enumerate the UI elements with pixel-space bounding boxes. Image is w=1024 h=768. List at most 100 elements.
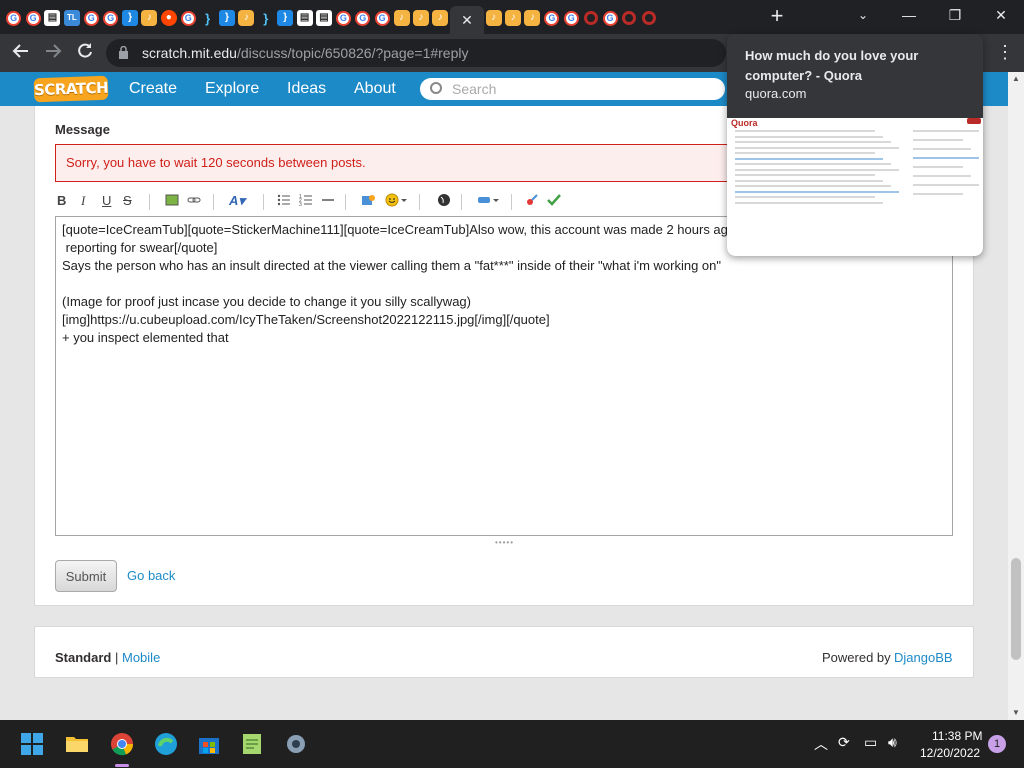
code-blocks-button[interactable] xyxy=(477,193,501,210)
search-input[interactable] xyxy=(452,80,712,98)
chrome-button[interactable] xyxy=(110,732,134,756)
preview-text-line xyxy=(735,135,883,138)
scroll-up-icon[interactable]: ▲ xyxy=(1012,74,1020,83)
nav-ideas[interactable]: Ideas xyxy=(287,80,326,98)
browser-tab[interactable]: G xyxy=(82,6,101,30)
close-window-button[interactable]: ✕ xyxy=(978,0,1024,30)
link-button[interactable] xyxy=(187,193,201,210)
mobile-view-link[interactable]: Mobile xyxy=(122,650,160,665)
browser-tab[interactable]: ▤ xyxy=(314,6,333,30)
notification-badge[interactable]: 1 xyxy=(988,735,1006,753)
resize-grip-icon[interactable]: ••••• xyxy=(495,538,514,547)
go-back-link[interactable]: Go back xyxy=(127,568,175,583)
browser-tab[interactable]: } xyxy=(120,6,139,30)
browser-tab[interactable]: G xyxy=(353,6,372,30)
url-text: scratch.mit.edu/discuss/topic/650826/?pa… xyxy=(142,45,469,61)
page-icon: ▤ xyxy=(296,10,313,26)
message-textarea[interactable]: [quote=IceCreamTub][quote=StickerMachine… xyxy=(55,216,953,536)
bold-button[interactable]: B xyxy=(57,193,66,208)
volume-icon[interactable]: 🔊︎ xyxy=(888,734,897,751)
browser-tab[interactable]: G xyxy=(4,6,23,30)
chevron-up-icon[interactable]: ︿ xyxy=(814,734,828,754)
browser-tab[interactable]: G xyxy=(23,6,42,30)
numbered-list-button[interactable]: 123 xyxy=(299,193,313,210)
close-tab-icon[interactable]: ✕ xyxy=(461,12,473,29)
browser-tab[interactable]: } xyxy=(275,6,294,30)
address-bar[interactable]: scratch.mit.edu/discuss/topic/650826/?pa… xyxy=(106,39,726,67)
browser-tab[interactable]: TL xyxy=(62,6,81,30)
page-scrollbar[interactable]: ▲ ▼ xyxy=(1008,72,1024,720)
preview-text-line xyxy=(735,179,883,182)
file-explorer-button[interactable] xyxy=(65,732,89,756)
scroll-thumb[interactable] xyxy=(1011,558,1021,660)
clean-button[interactable] xyxy=(525,193,539,210)
footer-separator: | xyxy=(115,650,119,665)
scroll-down-icon[interactable]: ▼ xyxy=(1012,708,1020,717)
image-button[interactable] xyxy=(165,193,179,210)
browser-tab[interactable]: G xyxy=(372,6,391,30)
submit-button[interactable]: Submit xyxy=(55,560,117,592)
browser-tab[interactable]: G xyxy=(101,6,120,30)
italic-button[interactable]: I xyxy=(81,193,85,209)
preview-text-line xyxy=(735,196,875,198)
nav-create[interactable]: Create xyxy=(129,80,177,98)
sync-icon[interactable]: ⟳ xyxy=(838,734,850,751)
scratch-logo[interactable]: SCRATCH xyxy=(33,75,108,103)
browser-tab[interactable]: G xyxy=(562,6,581,30)
nav-about[interactable]: About xyxy=(354,80,396,98)
maximize-button[interactable]: ❐ xyxy=(932,0,978,30)
browser-tab[interactable] xyxy=(639,6,658,30)
clock-time[interactable]: 11:38 PM xyxy=(932,729,982,743)
bullet-list-icon xyxy=(277,194,290,206)
browser-tab[interactable]: ♪ xyxy=(237,6,256,30)
notepad-plus-button[interactable] xyxy=(240,732,264,756)
browser-tab[interactable]: ♪ xyxy=(431,6,450,30)
edge-button[interactable] xyxy=(154,732,178,756)
browser-tab[interactable]: ♪ xyxy=(140,6,159,30)
horizontal-rule-button[interactable] xyxy=(321,193,335,210)
browser-tab[interactable] xyxy=(581,6,600,30)
start-button[interactable] xyxy=(20,732,44,756)
scratch-icon: ♪ xyxy=(432,10,449,26)
smiley-button[interactable] xyxy=(385,193,409,210)
image-icon xyxy=(165,194,179,206)
strikethrough-button[interactable]: S xyxy=(123,193,132,208)
browser-tab[interactable]: ▤ xyxy=(295,6,314,30)
browser-tab[interactable]: ♪ xyxy=(503,6,522,30)
browser-tab[interactable]: ♪ xyxy=(484,6,503,30)
browser-tab[interactable] xyxy=(620,6,639,30)
browser-tab[interactable]: G xyxy=(542,6,561,30)
nav-explore[interactable]: Explore xyxy=(205,80,259,98)
language-button[interactable] xyxy=(437,193,451,210)
network-icon[interactable]: ▭ xyxy=(864,734,877,751)
browser-tab[interactable]: } xyxy=(256,6,275,30)
forward-button[interactable] xyxy=(42,42,64,64)
bulleted-list-button[interactable] xyxy=(277,193,291,210)
scratchblocks-button[interactable] xyxy=(361,193,377,210)
preview-button[interactable] xyxy=(547,193,561,210)
puzzle-icon xyxy=(362,195,375,205)
browser-tab[interactable]: } xyxy=(217,6,236,30)
djangobb-link[interactable]: DjangoBB xyxy=(894,650,953,665)
browser-tab[interactable]: ● xyxy=(159,6,178,30)
back-button[interactable] xyxy=(10,42,32,64)
browser-tab[interactable]: ♪ xyxy=(392,6,411,30)
browser-tab[interactable]: G xyxy=(179,6,198,30)
settings-button[interactable] xyxy=(284,732,308,756)
browser-tab[interactable]: ♪ xyxy=(523,6,542,30)
browser-tab[interactable]: ♪ xyxy=(411,6,430,30)
active-tab[interactable]: ✕ xyxy=(449,6,484,34)
browser-menu-icon[interactable]: ⋮ xyxy=(996,42,1014,63)
browser-tab[interactable]: G xyxy=(334,6,353,30)
clock-date[interactable]: 12/20/2022 xyxy=(920,746,980,760)
font-style-button[interactable]: A▾ xyxy=(229,193,245,209)
browser-tab[interactable]: G xyxy=(600,6,619,30)
browser-tab[interactable]: } xyxy=(198,6,217,30)
browser-tab[interactable]: ▤ xyxy=(43,6,62,30)
new-tab-button[interactable]: + xyxy=(766,5,788,28)
underline-button[interactable]: U xyxy=(102,193,111,208)
minimize-button[interactable]: — xyxy=(886,0,932,30)
microsoft-store-button[interactable] xyxy=(197,732,221,756)
reload-button[interactable] xyxy=(74,42,96,64)
tab-search-button[interactable]: ⌄ xyxy=(840,0,886,30)
